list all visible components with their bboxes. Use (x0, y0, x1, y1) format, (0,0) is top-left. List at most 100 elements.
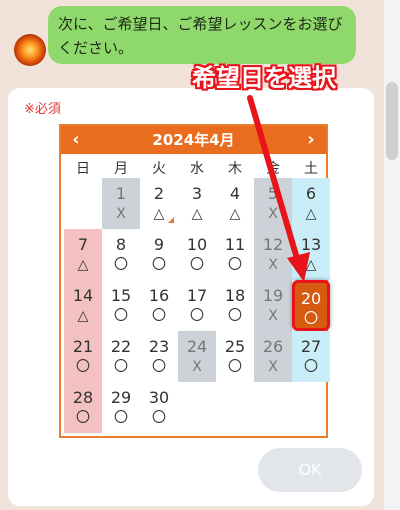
chat-avatar (14, 34, 46, 66)
day-availability: 〇 (304, 311, 318, 327)
date-selection-panel: ※必須 ‹ 2024年4月 › 日 月 火 水 木 金 土 1 X 2 △ 3 △ 4 △ 5 X… (8, 88, 374, 506)
day-availability: 〇 (114, 359, 128, 375)
annotation-label: 希望日を選択 (192, 64, 336, 92)
calendar: ‹ 2024年4月 › 日 月 火 水 木 金 土 1 X 2 △ 3 △ 4 △ 5 X 6 △ 7 △… (59, 124, 330, 438)
weekday-mon: 月 (114, 161, 128, 177)
day-number: 4 (229, 184, 241, 203)
day-availability: △ (77, 308, 89, 324)
calendar-day-7[interactable]: 7 △ (64, 229, 102, 280)
day-number: 30 (148, 388, 170, 407)
day-availability: 〇 (114, 410, 128, 426)
day-number: 26 (262, 337, 284, 356)
ok-button[interactable]: OK (258, 448, 362, 492)
day-number: 8 (115, 235, 127, 254)
calendar-day-22[interactable]: 22 〇 (102, 331, 140, 382)
calendar-day-2[interactable]: 2 △ (140, 178, 178, 229)
day-number: 27 (300, 337, 322, 356)
day-availability: 〇 (228, 308, 242, 324)
day-availability: X (268, 359, 278, 375)
day-number: 20 (300, 289, 322, 308)
day-number: 21 (72, 337, 94, 356)
day-availability: △ (191, 206, 203, 222)
weekday-wed: 水 (190, 161, 204, 177)
day-number: 25 (224, 337, 246, 356)
day-number: 22 (110, 337, 132, 356)
weekday-sun: 日 (76, 161, 90, 177)
calendar-day-23[interactable]: 23 〇 (140, 331, 178, 382)
calendar-day-19: 19 X (254, 280, 292, 331)
calendar-day-25[interactable]: 25 〇 (216, 331, 254, 382)
day-availability: X (268, 257, 278, 273)
calendar-day-13[interactable]: 13 △ (292, 229, 330, 280)
calendar-day-28[interactable]: 28 〇 (64, 382, 102, 433)
chat-message: 次に、ご希望日、ご希望レッスンをお選びください。 (58, 15, 343, 57)
day-availability: 〇 (152, 308, 166, 324)
day-availability: 〇 (114, 308, 128, 324)
day-availability: 〇 (152, 257, 166, 273)
scrollbar-thumb[interactable] (386, 82, 398, 160)
calendar-day-21[interactable]: 21 〇 (64, 331, 102, 382)
day-availability: X (268, 308, 278, 324)
day-number: 1 (115, 184, 127, 203)
day-availability: 〇 (228, 359, 242, 375)
day-number: 13 (300, 235, 322, 254)
weekday-tue: 火 (152, 161, 166, 177)
day-availability: 〇 (304, 359, 318, 375)
day-availability: X (192, 359, 202, 375)
day-availability: △ (229, 206, 241, 222)
calendar-day-15[interactable]: 15 〇 (102, 280, 140, 331)
calendar-day-24: 24 X (178, 331, 216, 382)
calendar-day-18[interactable]: 18 〇 (216, 280, 254, 331)
day-availability: △ (305, 257, 317, 273)
day-number: 10 (186, 235, 208, 254)
day-number: 3 (191, 184, 203, 203)
calendar-title: 2024年4月 (152, 131, 235, 149)
chat-bubble: 次に、ご希望日、ご希望レッスンをお選びください。 (48, 6, 356, 64)
day-availability: 〇 (152, 410, 166, 426)
day-availability: X (268, 206, 278, 222)
calendar-day-1: 1X (102, 178, 140, 229)
day-availability: 〇 (76, 410, 90, 426)
calendar-day-11[interactable]: 11 〇 (216, 229, 254, 280)
calendar-day-27[interactable]: 27 〇 (292, 331, 330, 382)
day-availability: X (116, 206, 126, 222)
day-number: 6 (305, 184, 317, 203)
weekday-sat: 土 (304, 161, 318, 177)
day-number: 24 (186, 337, 208, 356)
calendar-day-17[interactable]: 17 〇 (178, 280, 216, 331)
day-number: 28 (72, 388, 94, 407)
scrollbar-track[interactable] (384, 0, 400, 510)
day-number: 17 (186, 286, 208, 305)
calendar-day-12: 12 X (254, 229, 292, 280)
calendar-day-16[interactable]: 16 〇 (140, 280, 178, 331)
day-availability: 〇 (190, 308, 204, 324)
calendar-day-26: 26 X (254, 331, 292, 382)
calendar-day-3[interactable]: 3 △ (178, 178, 216, 229)
day-availability: 〇 (228, 257, 242, 273)
day-availability: 〇 (152, 359, 166, 375)
day-number: 7 (77, 235, 89, 254)
day-number: 12 (262, 235, 284, 254)
calendar-day-30[interactable]: 30 〇 (140, 382, 178, 433)
corner-marker-icon (168, 217, 174, 223)
calendar-day-4[interactable]: 4 △ (216, 178, 254, 229)
calendar-day-8[interactable]: 8〇 (102, 229, 140, 280)
day-availability: 〇 (76, 359, 90, 375)
day-number: 23 (148, 337, 170, 356)
calendar-day-9[interactable]: 9〇 (140, 229, 178, 280)
day-number: 18 (224, 286, 246, 305)
calendar-day-10[interactable]: 10 〇 (178, 229, 216, 280)
calendar-day-29[interactable]: 29 〇 (102, 382, 140, 433)
day-number: 29 (110, 388, 132, 407)
day-number: 14 (72, 286, 94, 305)
day-number: 15 (110, 286, 132, 305)
day-availability: △ (77, 257, 89, 273)
next-month-icon[interactable]: › (296, 126, 326, 154)
calendar-day-5: 5X (254, 178, 292, 229)
calendar-day-20[interactable]: 20 〇 (292, 280, 330, 331)
day-number: 16 (148, 286, 170, 305)
calendar-day-6[interactable]: 6 △ (292, 178, 330, 229)
day-number: 19 (262, 286, 284, 305)
required-label: ※必須 (24, 102, 61, 117)
calendar-day-14[interactable]: 14 △ (64, 280, 102, 331)
